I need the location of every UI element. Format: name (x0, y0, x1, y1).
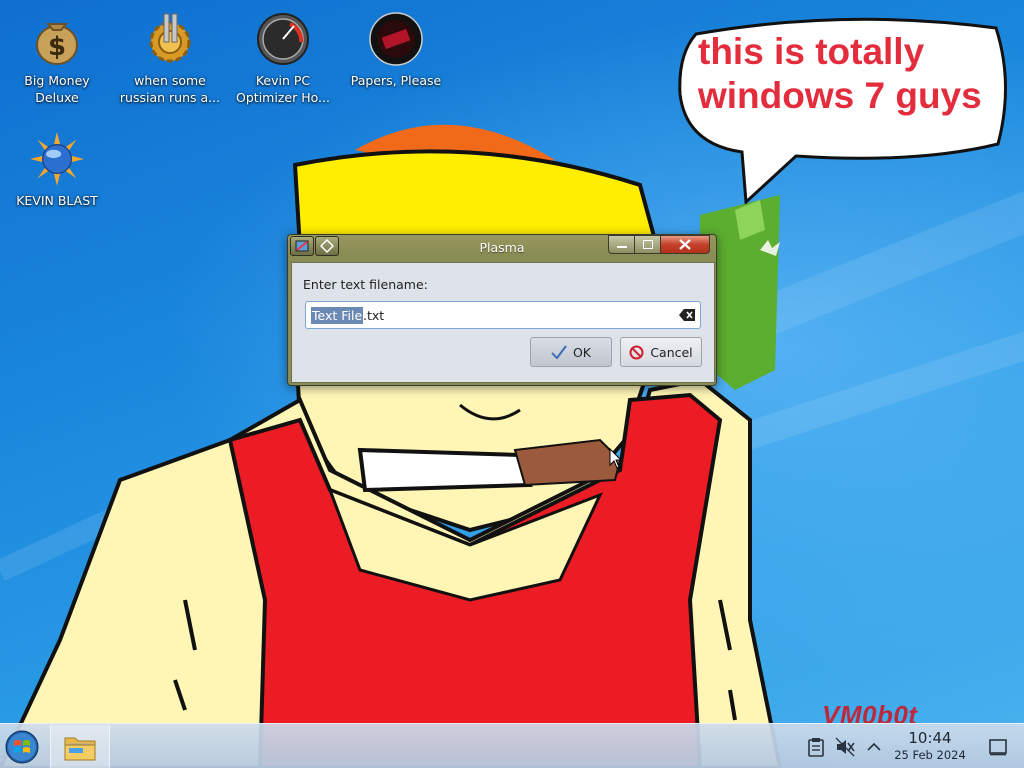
maximize-icon (642, 240, 653, 249)
desktop-icon-papers-please[interactable]: Papers, Please (341, 12, 451, 89)
desktop-icon-label: when some russian runs a... (119, 73, 221, 105)
cancel-button[interactable]: Cancel (620, 337, 702, 367)
filename-selected-text: Text File (311, 307, 364, 324)
windows-orb-icon (5, 730, 39, 764)
desktop-icon-russian[interactable]: when some russian runs a... (115, 12, 225, 106)
sun-globe-icon (30, 132, 84, 186)
close-button[interactable] (660, 235, 710, 254)
mouse-cursor-icon (609, 448, 623, 469)
plasma-dialog: Plasma Enter text filename: Text File .t… (287, 234, 717, 386)
desktop-icon-label: Papers, Please (350, 73, 442, 88)
ok-button-label: OK (572, 344, 592, 360)
desktop: $ Big Money Deluxe when some russian run… (0, 0, 1024, 768)
desktop-icon-label: KEVIN BLAST (16, 193, 98, 208)
filename-prompt: Enter text filename: (303, 277, 428, 292)
cancel-button-label: Cancel (650, 344, 693, 360)
filename-extension-text: .txt (363, 308, 385, 323)
dialog-titlebar[interactable]: Plasma (288, 235, 716, 259)
papers-please-icon (369, 12, 423, 66)
svg-text:$: $ (48, 32, 66, 62)
maximize-button[interactable] (634, 235, 661, 254)
desktop-icon-label: Big Money Deluxe (24, 73, 90, 105)
clipboard-icon[interactable] (806, 737, 826, 757)
minimize-icon (616, 245, 627, 248)
clear-text-icon[interactable] (679, 309, 695, 321)
volume-muted-icon[interactable] (835, 737, 855, 757)
desktop-icon-kevin-pc-optimizer[interactable]: Kevin PC Optimizer Ho... (228, 12, 338, 106)
clock-date[interactable]: 25 Feb 2024 (880, 748, 980, 762)
ok-button[interactable]: OK (530, 337, 612, 367)
desktop-icon-kevin-blast[interactable]: KEVIN BLAST (2, 132, 112, 209)
money-bag-icon: $ (36, 23, 78, 65)
cancel-icon (629, 345, 644, 359)
speech-bubble-text: this is totally windows 7 guys (698, 31, 982, 116)
close-icon (679, 239, 691, 250)
dialog-body: Enter text filename: Text File .txt OK C… (291, 262, 715, 383)
clock-time[interactable]: 10:44 (880, 729, 980, 747)
taskbar-file-manager[interactable] (50, 725, 110, 768)
desktop-icon-big-money-deluxe[interactable]: $ Big Money Deluxe (2, 12, 112, 106)
desktop-icon-label: Kevin PC Optimizer Ho... (236, 73, 330, 105)
show-desktop-icon[interactable] (988, 737, 1008, 757)
speedometer-icon (257, 13, 309, 65)
start-button[interactable] (2, 727, 42, 767)
filename-input[interactable]: Text File .txt (305, 301, 701, 329)
taskbar: 10:44 25 Feb 2024 (0, 723, 1024, 768)
folder-icon (64, 737, 96, 760)
gear-icon (149, 13, 191, 63)
minimize-button[interactable] (608, 235, 635, 254)
checkmark-icon (551, 345, 567, 359)
